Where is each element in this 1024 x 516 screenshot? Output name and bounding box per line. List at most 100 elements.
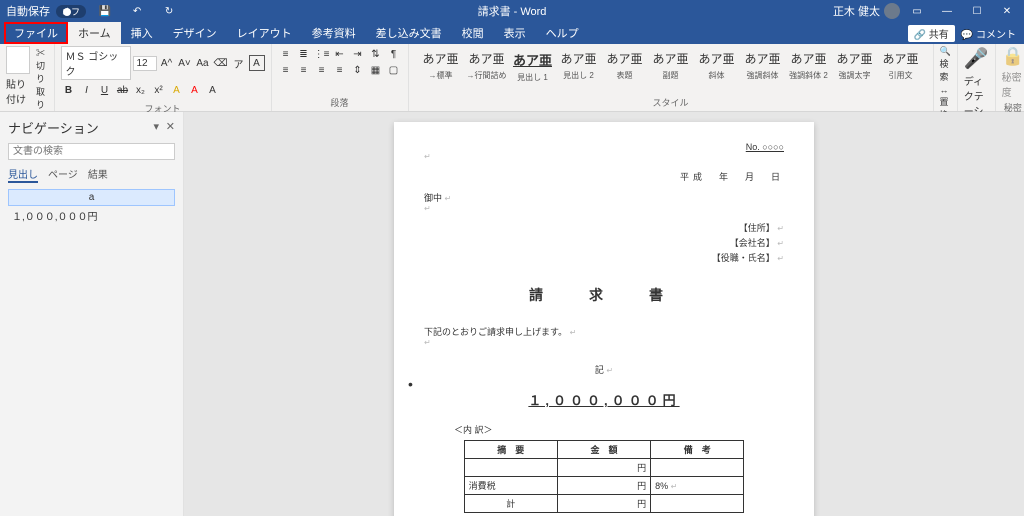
bullets-icon[interactable]: ≡ <box>278 46 294 62</box>
autosave-toggle[interactable]: オフ <box>56 5 86 18</box>
style-item[interactable]: あア亜斜体 <box>697 50 737 94</box>
save-icon[interactable]: 💾 <box>92 6 118 17</box>
style-item[interactable]: あア亜副題 <box>651 50 691 94</box>
multilevel-icon[interactable]: ⋮≡ <box>314 46 330 62</box>
style-item[interactable]: あア亜→行間詰め <box>467 50 507 94</box>
doc-no: No. ○○○○ <box>424 142 784 152</box>
style-item[interactable]: あア亜強調斜体 2 <box>789 50 829 94</box>
align-center-icon[interactable]: ≡ <box>296 62 312 78</box>
align-left-icon[interactable]: ≡ <box>278 62 294 78</box>
tab-design[interactable]: デザイン <box>163 22 227 44</box>
table-row: 円 <box>464 459 744 477</box>
avatar[interactable] <box>884 3 900 19</box>
doc-intro: 下記のとおりご請求申し上げます。 <box>424 327 567 337</box>
borders-icon[interactable]: ▢ <box>386 62 402 78</box>
tab-layout[interactable]: レイアウト <box>227 22 302 44</box>
navigation-pane: ナビゲーション ▾ ✕ 見出し ページ 結果 a １,０００,０００円 <box>0 112 184 516</box>
sort-icon[interactable]: ⇅ <box>368 46 384 62</box>
style-item[interactable]: あア亜見出し 2 <box>559 50 599 94</box>
ribbon-options-icon[interactable]: ▭ <box>904 6 930 17</box>
style-item[interactable]: あア亜強調斜体 <box>743 50 783 94</box>
doc-ki: 記 <box>595 365 604 375</box>
align-right-icon[interactable]: ≡ <box>314 62 330 78</box>
superscript-icon[interactable]: x² <box>151 82 167 98</box>
highlight-icon[interactable]: A <box>169 82 185 98</box>
style-item[interactable]: あア亜表題 <box>605 50 645 94</box>
font-name-select[interactable]: ＭＳ ゴシック <box>61 46 131 80</box>
maximize-icon[interactable]: ☐ <box>964 6 990 17</box>
strike-icon[interactable]: ab <box>115 82 131 98</box>
italic-icon[interactable]: I <box>79 82 95 98</box>
close-icon[interactable]: ✕ <box>994 6 1020 17</box>
show-marks-icon[interactable]: ¶ <box>386 46 402 62</box>
char-shading-icon[interactable]: A <box>205 82 221 98</box>
grow-font-icon[interactable]: A^ <box>159 55 175 71</box>
nav-heading-item[interactable]: a <box>8 189 175 206</box>
bold-icon[interactable]: B <box>61 82 77 98</box>
nav-close-icon[interactable]: ✕ <box>166 120 175 133</box>
share-button[interactable]: 🔗 共有 <box>908 25 955 42</box>
tab-file[interactable]: ファイル <box>4 22 68 44</box>
style-item[interactable]: あア亜見出し 1 <box>513 50 553 94</box>
uchiwake-label: ＜内 訳＞ <box>454 423 784 436</box>
doc-onchu: 御中 <box>424 193 442 203</box>
font-color-icon[interactable]: A <box>187 82 203 98</box>
subscript-icon[interactable]: x₂ <box>133 82 149 98</box>
sender-name: 【役職・氏名】 ↵ <box>424 251 784 266</box>
group-styles: あア亜→標準あア亜→行間詰めあア亜見出し 1あア亜見出し 2あア亜表題あア亜副題… <box>409 44 934 111</box>
tab-home[interactable]: ホーム <box>68 22 121 44</box>
sender-addr: 【住所】 ↵ <box>424 221 784 236</box>
tab-references[interactable]: 参考資料 <box>302 22 366 44</box>
comment-button[interactable]: 💬 コメント <box>961 26 1016 41</box>
font-size-select[interactable]: 12 <box>133 56 157 71</box>
redo-icon[interactable]: ↻ <box>156 6 182 17</box>
nav-heading-item[interactable]: １,０００,０００円 <box>8 206 175 225</box>
page[interactable]: No. ○○○○↵ 平成 年 月 日 御中 ↵ ↵ 【住所】 ↵ 【会社名】 ↵… <box>394 122 814 516</box>
clear-format-icon[interactable]: ⌫ <box>213 55 229 71</box>
line-spacing-icon[interactable]: ⇕ <box>350 62 366 78</box>
shading-icon[interactable]: ▦ <box>368 62 384 78</box>
nav-tab-pages[interactable]: ページ <box>48 166 78 183</box>
nav-tab-results[interactable]: 結果 <box>88 166 108 183</box>
find-button[interactable]: 🔍 検索 <box>940 46 951 83</box>
undo-icon[interactable]: ↶ <box>124 6 150 17</box>
nav-search-input[interactable] <box>8 143 175 160</box>
cut-button[interactable]: ✂ 切り取り <box>36 46 48 111</box>
change-case-icon[interactable]: Aa <box>195 55 211 71</box>
ribbon: 貼り付け ✂ 切り取り 🖌 書式のコピー/貼り付け クリップボード ＭＳ ゴシッ… <box>0 44 1024 112</box>
tab-view[interactable]: 表示 <box>494 22 536 44</box>
shrink-font-icon[interactable]: A˅ <box>177 55 193 71</box>
enclose-icon[interactable]: A <box>249 55 265 71</box>
phonetic-icon[interactable]: ア <box>231 55 247 71</box>
tab-insert[interactable]: 挿入 <box>121 22 163 44</box>
bullet-icon: • <box>408 376 413 392</box>
sensitivity-button[interactable]: 🔒 秘密度 <box>1002 46 1024 99</box>
document-title: 請求書 - Word <box>478 3 547 19</box>
minimize-icon[interactable]: — <box>934 6 960 17</box>
indent-inc-icon[interactable]: ⇥ <box>350 46 366 62</box>
autosave-label: 自動保存 <box>6 3 50 19</box>
breakdown-table: 摘 要金 額備 考 円 消費税円8% ↵ 計円 <box>464 440 745 513</box>
style-item[interactable]: あア亜強調太字 <box>835 50 875 94</box>
doc-amount: １,０００,０００円 <box>424 390 784 409</box>
underline-icon[interactable]: U <box>97 82 113 98</box>
style-item[interactable]: あア亜引用文 <box>881 50 921 94</box>
tab-mailings[interactable]: 差し込み文書 <box>366 22 452 44</box>
nav-dropdown-icon[interactable]: ▾ <box>153 120 159 133</box>
group-sensitivity: 🔒 秘密度 秘密度 <box>996 44 1024 111</box>
numbering-icon[interactable]: ≣ <box>296 46 312 62</box>
doc-date: 平成 年 月 日 <box>424 170 784 183</box>
doc-title: 請 求 書 <box>424 285 784 305</box>
style-item[interactable]: あア亜→標準 <box>421 50 461 94</box>
group-paragraph: ≡ ≣ ⋮≡ ⇤ ⇥ ⇅ ¶ ≡ ≡ ≡ ≡ ⇕ ▦ ▢ 段落 <box>272 44 409 111</box>
tab-review[interactable]: 校閲 <box>452 22 494 44</box>
document-area[interactable]: No. ○○○○↵ 平成 年 月 日 御中 ↵ ↵ 【住所】 ↵ 【会社名】 ↵… <box>184 112 1024 516</box>
titlebar: 自動保存 オフ 💾 ↶ ↻ 請求書 - Word 正木 健太 ▭ — ☐ ✕ <box>0 0 1024 22</box>
tab-help[interactable]: ヘルプ <box>536 22 589 44</box>
ribbon-tabs: ファイル ホーム 挿入 デザイン レイアウト 参考資料 差し込み文書 校閲 表示… <box>0 22 1024 44</box>
justify-icon[interactable]: ≡ <box>332 62 348 78</box>
indent-dec-icon[interactable]: ⇤ <box>332 46 348 62</box>
group-editing: 🔍 検索 ↔ 置換 ▭ 選択 編集 <box>934 44 958 111</box>
nav-tab-headings[interactable]: 見出し <box>8 166 38 183</box>
sender-company: 【会社名】 ↵ <box>424 236 784 251</box>
